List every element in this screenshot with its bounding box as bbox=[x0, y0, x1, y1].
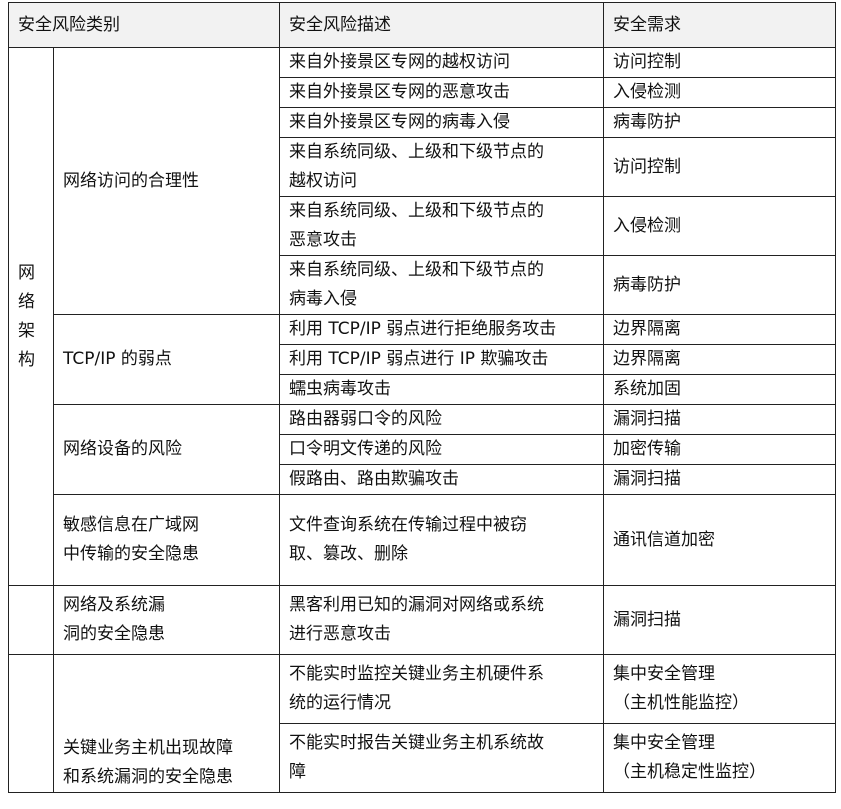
header-risk-category: 安全风险类别 bbox=[8, 2, 280, 48]
category-cell-empty bbox=[8, 585, 54, 655]
description-cell: 蠕虫病毒攻击 bbox=[279, 374, 604, 405]
requirement-cell: 病毒防护 bbox=[603, 107, 836, 138]
requirement-cell: 入侵检测 bbox=[603, 77, 836, 108]
header-row: 安全风险类别 安全风险描述 安全需求 bbox=[8, 2, 836, 48]
table-row: TCP/IP 的弱点 利用 TCP/IP 弱点进行拒绝服务攻击 边界隔离 bbox=[9, 314, 836, 405]
requirement-cell: 通讯信道加密 bbox=[603, 494, 836, 586]
subcategory-cell: 关键业务主机出现故障 和系统漏洞的安全隐患 bbox=[53, 654, 280, 793]
subcategory-cell: 敏感信息在广域网 中传输的安全隐患 bbox=[53, 494, 280, 586]
table-row: 网 络 架 构 网络访问的合理性 来自外接景区专网的越权访问 访问控制 bbox=[8, 47, 836, 586]
description-cell: 来自外接景区专网的病毒入侵 bbox=[279, 107, 604, 138]
requirement-cell: 漏洞扫描 bbox=[603, 404, 836, 435]
subcategory-cell: 网络及系统漏 洞的安全隐患 bbox=[53, 585, 280, 655]
requirement-cell: 系统加固 bbox=[603, 374, 836, 405]
description-cell: 文件查询系统在传输过程中被窃 取、篡改、删除 bbox=[279, 494, 604, 586]
description-cell: 来自外接景区专网的恶意攻击 bbox=[279, 77, 604, 108]
table-row: 网络设备的风险 路由器弱口令的风险 漏洞扫描 bbox=[9, 404, 836, 495]
requirement-cell: 入侵检测 bbox=[603, 196, 836, 256]
requirement-cell: 集中安全管理 （主机稳定性监控） bbox=[603, 723, 836, 793]
description-cell: 假路由、路由欺骗攻击 bbox=[279, 464, 604, 495]
description-cell: 黑客利用已知的漏洞对网络或系统 进行恶意攻击 bbox=[279, 585, 604, 655]
category-cell-empty bbox=[8, 654, 54, 793]
requirement-cell: 漏洞扫描 bbox=[603, 464, 836, 495]
requirement-cell: 边界隔离 bbox=[603, 344, 836, 375]
requirement-cell: 病毒防护 bbox=[603, 255, 836, 315]
requirement-cell: 访问控制 bbox=[603, 137, 836, 197]
table-row: 网络及系统漏 洞的安全隐患 黑客利用已知的漏洞对网络或系统 进行恶意攻击 漏洞扫… bbox=[8, 585, 836, 655]
subcategory-cell: 网络访问的合理性 bbox=[53, 47, 280, 315]
category-cell-network-architecture: 网 络 架 构 bbox=[8, 47, 54, 586]
description-cell: 不能实时监控关键业务主机硬件系 统的运行情况 bbox=[279, 654, 604, 724]
description-cell: 路由器弱口令的风险 bbox=[279, 404, 604, 435]
table-row: 敏感信息在广域网 中传输的安全隐患 文件查询系统在传输过程中被窃 取、篡改、删除… bbox=[9, 494, 836, 586]
description-cell: 利用 TCP/IP 弱点进行 IP 欺骗攻击 bbox=[279, 344, 604, 375]
header-risk-description: 安全风险描述 bbox=[279, 2, 604, 48]
description-cell: 来自系统同级、上级和下级节点的 恶意攻击 bbox=[279, 196, 604, 256]
header-security-requirement: 安全需求 bbox=[603, 2, 836, 48]
table-row: 关键业务主机出现故障 和系统漏洞的安全隐患 不能实时监控关键业务主机硬件系 统的… bbox=[8, 654, 836, 793]
description-cell: 利用 TCP/IP 弱点进行拒绝服务攻击 bbox=[279, 314, 604, 345]
requirement-cell: 集中安全管理 （主机性能监控） bbox=[603, 654, 836, 724]
description-cell: 来自系统同级、上级和下级节点的 越权访问 bbox=[279, 137, 604, 197]
security-risk-table: 安全风险类别 安全风险描述 安全需求 网 络 架 构 网络访问的合理性 来自外接… bbox=[8, 2, 836, 793]
subcategory-cell: 网络设备的风险 bbox=[53, 404, 280, 495]
requirement-cell: 访问控制 bbox=[603, 47, 836, 78]
subcategory-cell: TCP/IP 的弱点 bbox=[53, 314, 280, 405]
requirement-cell: 漏洞扫描 bbox=[603, 585, 836, 655]
description-cell: 口令明文传递的风险 bbox=[279, 434, 604, 465]
requirement-cell: 加密传输 bbox=[603, 434, 836, 465]
description-cell: 不能实时报告关键业务主机系统故 障 bbox=[279, 723, 604, 793]
requirement-cell: 边界隔离 bbox=[603, 314, 836, 345]
description-cell: 来自系统同级、上级和下级节点的 病毒入侵 bbox=[279, 255, 604, 315]
description-cell: 来自外接景区专网的越权访问 bbox=[279, 47, 604, 78]
